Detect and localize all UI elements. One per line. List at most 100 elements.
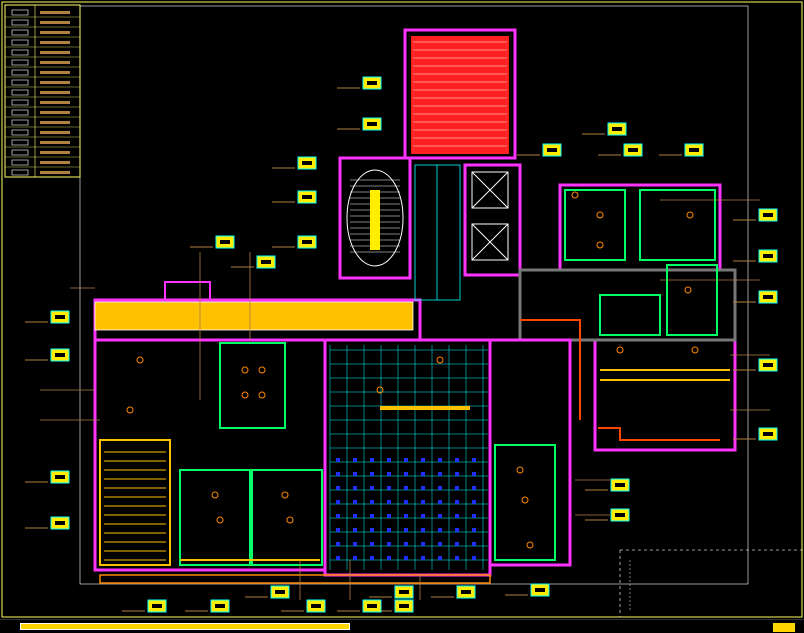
legend-text-line (40, 101, 70, 104)
status-bar (0, 619, 804, 633)
ceiling-light (404, 500, 408, 504)
light-fixture-icon (126, 406, 134, 414)
legend-symbol (11, 19, 29, 26)
light-fixture-icon (521, 496, 529, 504)
ceiling-light (421, 500, 425, 504)
light-fixture-icon (258, 391, 266, 399)
annotation-tags (50, 76, 791, 632)
ceiling-light (387, 556, 391, 560)
ceiling-light (370, 528, 374, 532)
ceiling-light (455, 458, 459, 462)
light-fixture-icon (596, 241, 604, 249)
ceiling-light (421, 472, 425, 476)
ceiling-light (421, 542, 425, 546)
legend-text-line (40, 21, 70, 24)
legend-text-line (40, 11, 70, 14)
legend-symbol (11, 79, 29, 86)
ceiling-light (353, 556, 357, 560)
legend-symbol (11, 99, 29, 106)
ceiling-light (438, 472, 442, 476)
legend-text-line (40, 51, 70, 54)
light-fixture-icon (686, 211, 694, 219)
legend-symbol (11, 39, 29, 46)
ceiling-light (455, 500, 459, 504)
ceiling-light (438, 514, 442, 518)
ceiling-light (455, 528, 459, 532)
small-hatched-room (164, 281, 211, 301)
ceiling-light (438, 486, 442, 490)
light-fixture-icon (596, 211, 604, 219)
light-fixture-icon (616, 346, 624, 354)
light-fixture-icon (216, 516, 224, 524)
light-fixture-icon (286, 516, 294, 524)
progress-bar (20, 623, 350, 630)
ceiling-light (353, 472, 357, 476)
legend-text-line (40, 131, 70, 134)
ceiling-light (370, 458, 374, 462)
layout-tab[interactable] (772, 622, 796, 633)
legend-symbol (11, 119, 29, 126)
light-fixture-icon (436, 356, 444, 364)
ceiling-light (404, 458, 408, 462)
ceiling-light (387, 528, 391, 532)
ceiling-light (387, 472, 391, 476)
ceiling-light (421, 458, 425, 462)
ceiling-light (472, 556, 476, 560)
ceiling-light (387, 542, 391, 546)
ceiling-light (472, 486, 476, 490)
ceiling-light (370, 486, 374, 490)
ceiling-grid (329, 345, 488, 570)
legend-symbol (11, 109, 29, 116)
legend-symbol (11, 89, 29, 96)
ceiling-light (336, 528, 340, 532)
legend-text-line (40, 91, 70, 94)
light-fixture-icon (526, 541, 534, 549)
light-fixture-icon (684, 286, 692, 294)
legend-text-line (40, 121, 70, 124)
ceiling-light (336, 458, 340, 462)
legend-text-line (40, 61, 70, 64)
ceiling-light (336, 556, 340, 560)
legend-symbol (11, 9, 29, 16)
legend-symbol (11, 129, 29, 136)
ceiling-light (370, 514, 374, 518)
ceiling-light (404, 472, 408, 476)
light-fixture-icon (136, 356, 144, 364)
cad-drawing-canvas[interactable] (0, 0, 804, 632)
light-fixture-icon (571, 191, 579, 199)
ceiling-light (472, 542, 476, 546)
ceiling-light (353, 542, 357, 546)
ceiling-light (438, 542, 442, 546)
ceiling-light (404, 528, 408, 532)
ceiling-light (404, 542, 408, 546)
legend-symbol (11, 69, 29, 76)
legend-symbol (11, 59, 29, 66)
ceiling-light (370, 472, 374, 476)
legend-symbol (11, 159, 29, 166)
ceiling-light (336, 542, 340, 546)
ceiling-light (438, 528, 442, 532)
ceiling-light (438, 458, 442, 462)
ceiling-light (472, 472, 476, 476)
ceiling-light (404, 514, 408, 518)
ceiling-light (370, 542, 374, 546)
ceiling-light (370, 500, 374, 504)
pipe-lines (180, 319, 730, 561)
corridor-band (94, 301, 414, 331)
light-fixture-icon (241, 366, 249, 374)
ceiling-stripes (104, 451, 166, 561)
legend-symbol (11, 149, 29, 156)
ceiling-light (336, 514, 340, 518)
ceiling-light (455, 514, 459, 518)
ceiling-light (404, 556, 408, 560)
light-fixture-icon (258, 366, 266, 374)
ceiling-light (387, 458, 391, 462)
ceiling-light (387, 514, 391, 518)
legend-symbol (11, 29, 29, 36)
legend-text-line (40, 151, 70, 154)
ceiling-light (472, 458, 476, 462)
legend-text-line (40, 81, 70, 84)
ceiling-light (421, 556, 425, 560)
ceiling-light (472, 528, 476, 532)
ceiling-light (421, 486, 425, 490)
